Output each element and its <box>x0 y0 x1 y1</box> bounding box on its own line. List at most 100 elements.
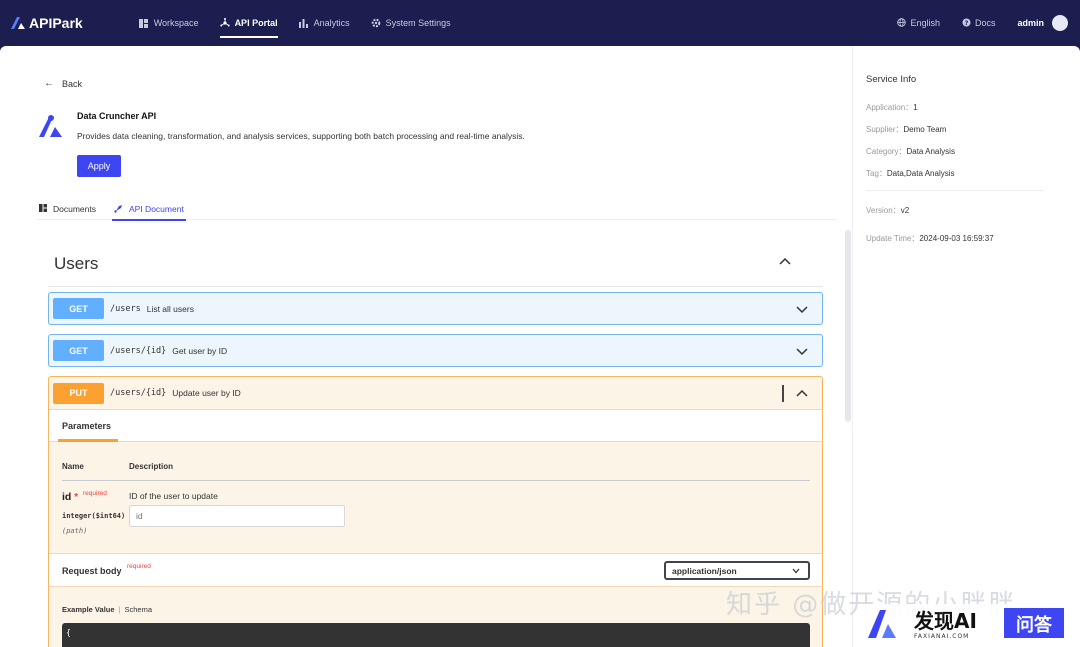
tab-documents[interactable]: Documents <box>37 198 98 220</box>
request-body-header: Request body required application/json <box>49 553 822 587</box>
watermark-brand-sub: FAXIANAI.COM <box>914 633 969 640</box>
operation-path: /users/{id} <box>110 345 167 356</box>
grid-icon <box>39 204 47 214</box>
column-header-name: Name <box>62 462 84 471</box>
api-description: Provides data cleaning, transformation, … <box>77 131 525 141</box>
operation-path: /users <box>110 303 141 314</box>
top-navbar: APIPark Workspace API Portal Analytics S… <box>0 0 1080 46</box>
username: admin <box>1017 18 1044 28</box>
watermark-brand-text: 发现AI <box>913 609 977 633</box>
required-label: required <box>83 490 107 497</box>
method-badge: PUT <box>53 382 104 404</box>
info-row-category: Category：Data Analysis <box>866 146 1067 157</box>
operation-details: Parameters Name Description id * require… <box>48 409 823 647</box>
operation-summary: Update user by ID <box>172 388 241 398</box>
chevron-up-icon[interactable] <box>796 388 808 398</box>
column-header-description: Description <box>129 462 174 471</box>
watermark-brand: 发现AI FAXIANAI.COM 问答 <box>864 604 1064 644</box>
info-value: Data Analysis <box>906 147 955 156</box>
help-circle-icon: ? <box>962 18 971 29</box>
chevron-down-icon[interactable] <box>796 346 808 356</box>
bar-chart-icon <box>299 18 309 28</box>
docs-link[interactable]: ? Docs <box>962 18 996 29</box>
info-row-update-time: Update Time：2024-09-03 16:59:37 <box>866 233 1067 244</box>
info-row-supplier: Supplier：Demo Team <box>866 124 1067 135</box>
tab-parameters[interactable]: Parameters <box>62 421 111 431</box>
chevron-up-icon[interactable] <box>778 256 792 266</box>
nav-item-api-portal[interactable]: API Portal <box>219 0 278 46</box>
info-row-application: Application：1 <box>866 102 1067 113</box>
app-logo[interactable]: APIPark <box>10 15 83 31</box>
table-divider <box>62 480 810 481</box>
service-info-title: Service Info <box>866 74 917 85</box>
watermark-badge: 问答 <box>1016 614 1053 636</box>
param-type: integer($int64) <box>62 512 126 520</box>
operation-path: /users/{id} <box>110 388 167 398</box>
info-key: Application： <box>866 103 914 112</box>
param-name: id * <box>62 491 78 503</box>
user-menu[interactable]: admin <box>1017 15 1068 31</box>
main-nav: Workspace API Portal Analytics System Se… <box>139 0 472 46</box>
tab-api-document[interactable]: API Document <box>112 198 186 221</box>
app-name: APIPark <box>29 15 83 31</box>
operation-summary: Get user by ID <box>172 345 228 356</box>
method-badge: GET <box>53 298 104 319</box>
nav-item-label: Workspace <box>153 18 199 28</box>
param-id-input[interactable] <box>129 505 345 527</box>
param-location: (path) <box>62 527 88 535</box>
method-badge: GET <box>53 340 104 361</box>
parameters-table: Name Description id * required integer($… <box>49 442 822 553</box>
nav-item-analytics[interactable]: Analytics <box>299 0 350 46</box>
apipark-logo-icon <box>11 17 25 29</box>
info-row-version: Version：v2 <box>866 205 1067 216</box>
nav-item-workspace[interactable]: Workspace <box>139 0 199 46</box>
info-value: 1 <box>913 103 918 112</box>
operation-get-user-by-id[interactable]: GET /users/{id} Get user by ID <box>48 334 823 367</box>
language-label: English <box>910 18 940 28</box>
avatar[interactable] <box>1052 15 1068 31</box>
info-value: v2 <box>900 206 910 215</box>
content-type-value: application/json <box>672 565 737 576</box>
info-key: Supplier： <box>866 125 904 134</box>
api-title: Data Cruncher API <box>77 111 157 121</box>
info-key: Update Time： <box>866 234 920 243</box>
tab-label: API Document <box>129 204 184 214</box>
operation-put-user-by-id[interactable]: PUT /users/{id} Update user by ID <box>48 376 823 409</box>
language-switch[interactable]: English <box>897 17 940 29</box>
info-divider <box>866 190 1044 191</box>
apply-button[interactable]: Apply <box>77 155 121 177</box>
param-name-text: id <box>62 491 72 503</box>
example-code-block: { <box>62 623 810 647</box>
content-type-select[interactable]: application/json <box>664 561 810 580</box>
operation-summary: List all users <box>146 303 194 314</box>
content-tabs: Documents API Document <box>37 198 837 221</box>
example-area: Example Value | Schema { <box>49 587 822 647</box>
section-title: Users <box>54 254 99 273</box>
gear-icon <box>371 18 381 28</box>
tab-label: Documents <box>53 204 96 214</box>
nav-right: English ? Docs admin <box>875 15 1068 31</box>
lock-icon[interactable] <box>782 385 784 402</box>
docs-label: Docs <box>974 18 996 28</box>
nav-item-system-settings[interactable]: System Settings <box>371 0 451 46</box>
info-value: 2024-09-03 16:59:37 <box>919 234 994 243</box>
grid-icon <box>139 18 149 28</box>
required-star: * <box>74 492 79 503</box>
info-value: Data,Data Analysis <box>886 169 955 178</box>
service-info-panel: Service Info Application：1 Supplier：Demo… <box>852 46 1080 647</box>
tab-separator: | <box>118 605 121 614</box>
nav-item-label: API Portal <box>234 18 278 28</box>
parameters-header: Parameters <box>49 409 822 442</box>
chevron-down-icon[interactable] <box>796 304 808 314</box>
section-divider <box>48 286 823 287</box>
nav-item-label: System Settings <box>385 18 451 28</box>
back-link[interactable]: ← Back <box>44 78 82 89</box>
tab-schema[interactable]: Schema <box>124 605 152 614</box>
scrollbar[interactable] <box>845 230 851 422</box>
api-logo-icon <box>39 115 62 137</box>
chevron-down-icon <box>792 568 800 574</box>
operation-get-users[interactable]: GET /users List all users <box>48 292 823 325</box>
info-key: Tag： <box>866 169 887 178</box>
svg-text:?: ? <box>965 19 969 27</box>
tab-example-value[interactable]: Example Value <box>62 605 115 614</box>
